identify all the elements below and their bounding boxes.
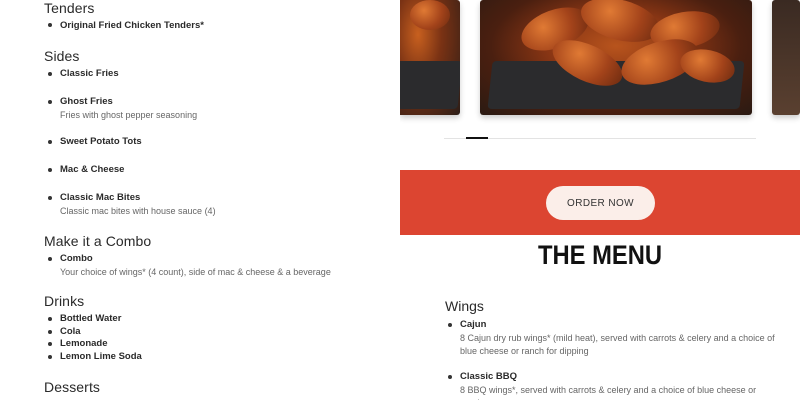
chicken-wing-image bbox=[410, 0, 450, 30]
section-title-desserts: Desserts bbox=[44, 379, 101, 395]
menu-item-classic-fries: Classic Fries bbox=[60, 68, 119, 80]
item-description: 8 BBQ wings*, served with carrots & cele… bbox=[460, 385, 757, 400]
carousel-slide-previous[interactable] bbox=[400, 0, 460, 115]
section-title-sides: Sides bbox=[44, 48, 80, 64]
menu-heading: THE MENU bbox=[537, 240, 663, 270]
order-banner: ORDER NOW bbox=[400, 170, 800, 235]
bullet bbox=[48, 317, 52, 321]
bullet bbox=[48, 257, 52, 261]
item-name: Mac & Cheese bbox=[60, 164, 125, 175]
carousel-slide-current[interactable] bbox=[480, 0, 752, 115]
menu-item-mac-cheese: Mac & Cheese bbox=[60, 164, 124, 176]
bullet bbox=[48, 72, 52, 76]
section-title-combo: Make it a Combo bbox=[44, 233, 152, 249]
menu-item-lemon-lime-soda: Lemon Lime Soda bbox=[60, 351, 142, 363]
item-name: Classic Mac Bites bbox=[60, 192, 141, 203]
bullet bbox=[48, 196, 52, 200]
item-name: Lemonade bbox=[60, 338, 108, 349]
section-title-drinks: Drinks bbox=[44, 293, 85, 309]
item-description: Fries with ghost pepper seasoning bbox=[60, 110, 198, 120]
item-description: 8 Cajun dry rub wings* (mild heat), serv… bbox=[460, 333, 775, 356]
bullet bbox=[48, 342, 52, 346]
item-name: Cajun bbox=[460, 319, 487, 330]
item-name: Sweet Potato Tots bbox=[60, 136, 142, 147]
chicken-wing-image bbox=[576, 0, 664, 50]
carousel-slide-next[interactable] bbox=[772, 0, 800, 115]
bullet bbox=[48, 140, 52, 144]
item-name: Classic Fries bbox=[60, 68, 119, 79]
menu-item-combo: Combo Your choice of wings* (4 count), s… bbox=[60, 253, 331, 278]
menu-item-bottled-water: Bottled Water bbox=[60, 313, 121, 325]
item-name: Cola bbox=[60, 326, 81, 337]
menu-item-cola: Cola bbox=[60, 326, 81, 338]
bullet bbox=[48, 355, 52, 359]
item-name: Combo bbox=[60, 253, 93, 264]
section-title-tenders: Tenders bbox=[44, 0, 95, 16]
section-title-wings: Wings bbox=[445, 298, 484, 314]
item-name: Lemon Lime Soda bbox=[60, 351, 142, 362]
menu-item-sweet-potato-tots: Sweet Potato Tots bbox=[60, 136, 142, 148]
menu-item-ghost-fries: Ghost Fries Fries with ghost pepper seas… bbox=[60, 96, 197, 121]
item-name: Original Fried Chicken Tenders* bbox=[60, 20, 204, 31]
carousel-track bbox=[444, 138, 756, 139]
menu-item-classic-bbq: Classic BBQ 8 BBQ wings*, served with ca… bbox=[460, 371, 780, 400]
bullet bbox=[448, 323, 452, 327]
left-menu-column: Tenders Original Fried Chicken Tenders* … bbox=[0, 0, 400, 400]
bullet bbox=[48, 330, 52, 334]
bullet bbox=[48, 168, 52, 172]
menu-item-cajun: Cajun 8 Cajun dry rub wings* (mild heat)… bbox=[460, 319, 780, 357]
item-description: Classic mac bites with house sauce (4) bbox=[60, 206, 216, 216]
bullet bbox=[448, 375, 452, 379]
menu-item-classic-mac-bites: Classic Mac Bites Classic mac bites with… bbox=[60, 192, 216, 217]
item-name: Classic BBQ bbox=[460, 371, 518, 382]
carousel-indicator-active[interactable] bbox=[466, 137, 488, 139]
order-now-button[interactable]: ORDER NOW bbox=[546, 186, 655, 220]
slate-plate bbox=[400, 61, 460, 109]
menu-item-tenders: Original Fried Chicken Tenders* bbox=[60, 20, 204, 32]
food-image-carousel[interactable] bbox=[400, 0, 800, 125]
item-description: Your choice of wings* (4 count), side of… bbox=[60, 267, 331, 277]
item-name: Ghost Fries bbox=[60, 96, 113, 107]
right-panel: ORDER NOW THE MENU Wings Cajun 8 Cajun d… bbox=[400, 0, 800, 400]
menu-item-lemonade: Lemonade bbox=[60, 338, 108, 350]
bullet bbox=[48, 23, 52, 27]
item-name: Bottled Water bbox=[60, 313, 122, 324]
bullet bbox=[48, 100, 52, 104]
